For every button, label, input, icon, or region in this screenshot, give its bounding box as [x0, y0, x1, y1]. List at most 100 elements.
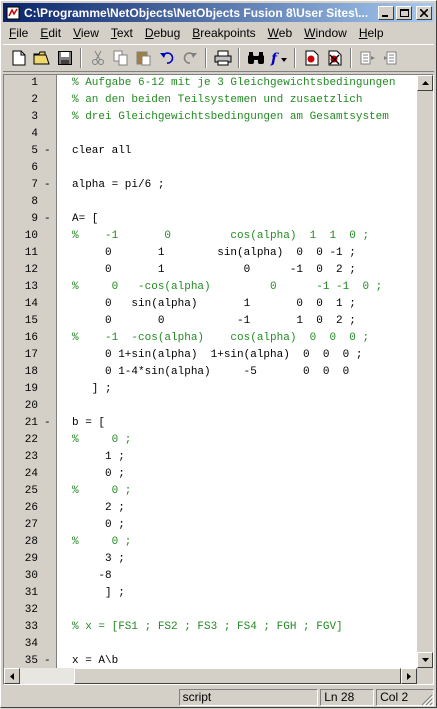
- line-number[interactable]: 28: [4, 534, 38, 551]
- comment-line[interactable]: % an den beiden Teilsystemen und zusaetz…: [58, 92, 417, 109]
- menu-text[interactable]: Text: [105, 26, 139, 40]
- close-button[interactable]: [416, 5, 432, 20]
- line-number[interactable]: 13: [4, 279, 38, 296]
- line-number[interactable]: 32: [4, 602, 38, 619]
- breakpoint-marker[interactable]: [44, 534, 52, 551]
- code-editor[interactable]: 1 2 3 4 5 6 7 8 9 10 11 12 13 14 15 16 17 18 19 20 21 22 23 24 2…: [3, 74, 434, 685]
- undo-icon[interactable]: [155, 47, 178, 69]
- code-line[interactable]: [58, 602, 417, 619]
- line-number[interactable]: 33: [4, 619, 38, 636]
- code-line[interactable]: 0 ;: [58, 517, 417, 534]
- menu-help[interactable]: Help: [353, 26, 390, 40]
- code-line[interactable]: b = [: [58, 415, 417, 432]
- code-line[interactable]: ] ;: [58, 585, 417, 602]
- code-line[interactable]: 0 0 -1 1 0 2 ;: [58, 313, 417, 330]
- breakpoint-marker[interactable]: [44, 500, 52, 517]
- line-number[interactable]: 14: [4, 296, 38, 313]
- line-number[interactable]: 15: [4, 313, 38, 330]
- code-line[interactable]: 1 ;: [58, 449, 417, 466]
- comment-line[interactable]: % drei Gleichgewichtsbedingungen am Gesa…: [58, 109, 417, 126]
- set-breakpoint-icon[interactable]: [300, 47, 323, 69]
- vertical-scrollbar[interactable]: [417, 75, 433, 668]
- line-number[interactable]: 26: [4, 500, 38, 517]
- breakpoint-marker[interactable]: [44, 296, 52, 313]
- breakpoint-marker[interactable]: [44, 551, 52, 568]
- line-number[interactable]: 24: [4, 466, 38, 483]
- save-icon[interactable]: [53, 47, 76, 69]
- code-line[interactable]: [58, 126, 417, 143]
- minimize-button[interactable]: [378, 5, 394, 20]
- line-number[interactable]: 3: [4, 109, 38, 126]
- comment-line[interactable]: % 0 ;: [58, 534, 417, 551]
- redo-icon[interactable]: [178, 47, 201, 69]
- breakpoint-marker[interactable]: [44, 466, 52, 483]
- breakpoint-marker[interactable]: -: [44, 211, 52, 228]
- scroll-down-button[interactable]: [417, 652, 433, 668]
- code-line[interactable]: 0 sin(alpha) 1 0 0 1 ;: [58, 296, 417, 313]
- line-number[interactable]: 27: [4, 517, 38, 534]
- code-line[interactable]: [58, 160, 417, 177]
- code-line[interactable]: ] ;: [58, 381, 417, 398]
- breakpoint-marker[interactable]: [44, 194, 52, 211]
- breakpoint-marker[interactable]: [44, 228, 52, 245]
- scroll-up-button[interactable]: [417, 75, 433, 91]
- code-line[interactable]: 3 ;: [58, 551, 417, 568]
- line-number[interactable]: 29: [4, 551, 38, 568]
- print-icon[interactable]: [211, 47, 234, 69]
- breakpoint-marker[interactable]: [44, 381, 52, 398]
- line-number[interactable]: 2: [4, 92, 38, 109]
- line-number[interactable]: 18: [4, 364, 38, 381]
- function-icon[interactable]: f: [267, 47, 290, 69]
- code-line[interactable]: alpha = pi/6 ;: [58, 177, 417, 194]
- menu-file[interactable]: File: [3, 26, 34, 40]
- clear-breakpoint-icon[interactable]: [323, 47, 346, 69]
- line-number[interactable]: 10: [4, 228, 38, 245]
- breakpoint-marker[interactable]: -: [44, 143, 52, 160]
- breakpoint-marker[interactable]: [44, 636, 52, 653]
- line-number[interactable]: 34: [4, 636, 38, 653]
- cut-icon[interactable]: [86, 47, 109, 69]
- code-line[interactable]: 0 ;: [58, 466, 417, 483]
- matlab-app-icon[interactable]: [5, 5, 21, 21]
- breakpoint-marker[interactable]: [44, 279, 52, 296]
- code-line[interactable]: x = A\b: [58, 653, 417, 668]
- horizontal-scroll-thumb[interactable]: [74, 668, 401, 684]
- open-folder-icon[interactable]: [30, 47, 53, 69]
- paste-icon[interactable]: [132, 47, 155, 69]
- line-number[interactable]: 21: [4, 415, 38, 432]
- horizontal-scrollbar[interactable]: [4, 668, 417, 684]
- breakpoint-marker[interactable]: [44, 432, 52, 449]
- line-number[interactable]: 9: [4, 211, 38, 228]
- line-number[interactable]: 19: [4, 381, 38, 398]
- comment-line[interactable]: % 0 -cos(alpha) 0 -1 -1 0 ;: [58, 279, 417, 296]
- breakpoint-marker[interactable]: [44, 262, 52, 279]
- breakpoint-marker[interactable]: [44, 585, 52, 602]
- breakpoint-column[interactable]: -----: [40, 75, 57, 668]
- scroll-right-button[interactable]: [401, 668, 417, 684]
- title-bar[interactable]: C:\Programme\NetObjects\NetObjects Fusio…: [3, 3, 434, 22]
- code-line[interactable]: clear all: [58, 143, 417, 160]
- code-line[interactable]: [58, 398, 417, 415]
- line-number[interactable]: 30: [4, 568, 38, 585]
- comment-line[interactable]: % -1 0 cos(alpha) 1 1 0 ;: [58, 228, 417, 245]
- breakpoint-marker[interactable]: [44, 126, 52, 143]
- find-icon[interactable]: [244, 47, 267, 69]
- maximize-button[interactable]: [396, 5, 412, 20]
- resize-grip-icon[interactable]: [421, 694, 434, 707]
- line-number[interactable]: 6: [4, 160, 38, 177]
- line-number[interactable]: 5: [4, 143, 38, 160]
- breakpoint-marker[interactable]: [44, 619, 52, 636]
- line-number[interactable]: 25: [4, 483, 38, 500]
- new-file-icon[interactable]: [7, 47, 30, 69]
- code-line[interactable]: 2 ;: [58, 500, 417, 517]
- menu-window[interactable]: Window: [298, 26, 353, 40]
- breakpoint-marker[interactable]: [44, 483, 52, 500]
- line-number[interactable]: 23: [4, 449, 38, 466]
- code-line[interactable]: [58, 194, 417, 211]
- comment-line[interactable]: % x = [FS1 ; FS2 ; FS3 ; FS4 ; FGH ; FGV…: [58, 619, 417, 636]
- comment-line[interactable]: % 0 ;: [58, 432, 417, 449]
- code-line[interactable]: A= [: [58, 211, 417, 228]
- line-number[interactable]: 31: [4, 585, 38, 602]
- menu-web[interactable]: Web: [262, 26, 298, 40]
- line-number[interactable]: 8: [4, 194, 38, 211]
